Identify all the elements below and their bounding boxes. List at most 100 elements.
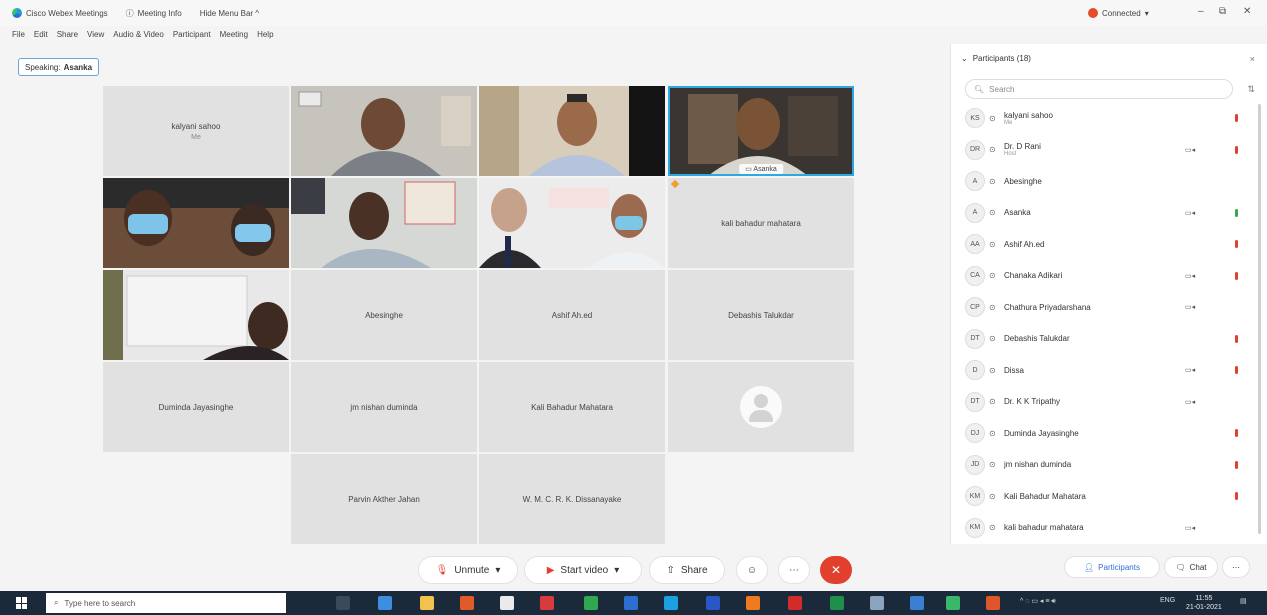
- file-explorer-icon[interactable]: [420, 596, 434, 610]
- video-tile-kali-bahadur-lower[interactable]: kali bahadur mahatara: [668, 178, 854, 268]
- menu-edit[interactable]: Edit: [34, 30, 48, 39]
- video-tile-abesinghe[interactable]: Abesinghe: [291, 270, 477, 360]
- app-icon[interactable]: [910, 596, 924, 610]
- store-icon[interactable]: [500, 596, 514, 610]
- video-tile-no-name[interactable]: [668, 362, 854, 452]
- camera-icon: ▭◂: [1185, 272, 1196, 280]
- participant-row[interactable]: JD ⊙ jm nishan duminda: [965, 451, 1255, 479]
- microphone-icon[interactable]: [1235, 492, 1238, 500]
- menu-meeting[interactable]: Meeting: [220, 30, 248, 39]
- meeting-info-label: Meeting Info: [137, 8, 182, 18]
- video-tile-jm-nishan[interactable]: jm nishan duminda: [291, 362, 477, 452]
- participant-search-input[interactable]: 🔍︎ Search: [965, 79, 1233, 99]
- app-icon[interactable]: [870, 596, 884, 610]
- participant-row[interactable]: CA ⊙ Chanaka Adikari ▭◂: [965, 262, 1255, 290]
- language-indicator[interactable]: ENG: [1160, 597, 1175, 604]
- menu-share[interactable]: Share: [57, 30, 78, 39]
- excel-icon[interactable]: [830, 596, 844, 610]
- participants-scrollbar[interactable]: [1258, 104, 1261, 534]
- participant-row[interactable]: CP ⊙ Chathura Priyadarshana ▭◂: [965, 293, 1255, 321]
- active-speaker-indicator[interactable]: Speaking: Asanka: [18, 58, 100, 76]
- video-tile-participant-camera[interactable]: [291, 86, 477, 176]
- microphone-icon[interactable]: [1235, 429, 1238, 437]
- video-tile-parvin[interactable]: Parvin Akther Jahan: [291, 454, 477, 544]
- menu-help[interactable]: Help: [257, 30, 273, 39]
- close-button[interactable]: ✕: [1243, 6, 1251, 17]
- video-tile-kalyani[interactable]: kalyani sahoo Me: [103, 86, 289, 176]
- panel-more-button[interactable]: ⋯: [1222, 556, 1250, 578]
- participant-row[interactable]: D ⊙ Dissa ▭◂: [965, 356, 1255, 384]
- participant-name: kalyani sahoo: [171, 121, 221, 131]
- acrobat-icon[interactable]: [788, 596, 802, 610]
- microphone-icon[interactable]: [1235, 240, 1238, 248]
- microphone-icon[interactable]: [1235, 366, 1238, 374]
- app-icon[interactable]: [624, 596, 638, 610]
- app-icon[interactable]: [986, 596, 1000, 610]
- video-tile-participant-camera[interactable]: [479, 178, 665, 268]
- share-button[interactable]: ⇧ Share: [649, 556, 725, 584]
- participant-row[interactable]: KM ⊙ Kali Bahadur Mahatara: [965, 482, 1255, 510]
- camera-icon: ▭◂: [1185, 367, 1196, 374]
- participant-row[interactable]: KM ⊙ kali bahadur mahatara ▭◂: [965, 514, 1255, 542]
- participant-row[interactable]: DT ⊙ Dr. K K Tripathy ▭◂: [965, 388, 1255, 416]
- sort-icon[interactable]: ⇅: [1247, 84, 1255, 95]
- taskbar-search-input[interactable]: ⌕ Type here to search: [46, 593, 286, 613]
- microphone-icon[interactable]: [1235, 460, 1238, 469]
- participant-row[interactable]: DT ⊙ Debashis Talukdar: [965, 325, 1255, 353]
- close-panel-icon[interactable]: ×: [1250, 54, 1255, 64]
- word-icon[interactable]: [706, 596, 720, 610]
- paint-icon[interactable]: [746, 596, 760, 610]
- participants-panel-header[interactable]: ⌄ Participants (18): [961, 54, 1031, 63]
- video-feed: [291, 86, 477, 176]
- video-tile-participant-camera[interactable]: [103, 270, 289, 360]
- video-tile-participant-camera[interactable]: [291, 178, 477, 268]
- more-options-button[interactable]: ⋯: [778, 556, 810, 584]
- chat-toggle-button[interactable]: 🗨︎ Chat: [1164, 556, 1218, 578]
- menu-file[interactable]: File: [12, 30, 25, 39]
- participant-row[interactable]: A ⊙ Asanka ▭◂: [965, 199, 1255, 227]
- notification-icon[interactable]: ▤: [1240, 597, 1247, 605]
- participants-toggle-button[interactable]: 👤︎ Participants: [1064, 556, 1160, 578]
- task-view-icon[interactable]: [336, 596, 350, 610]
- menu-audio-video[interactable]: Audio & Video: [113, 30, 164, 39]
- participant-row[interactable]: AA ⊙ Ashif Ah.ed: [965, 230, 1255, 258]
- webex-taskbar-icon[interactable]: [946, 596, 960, 610]
- participant-row[interactable]: A ⊙ Abesinghe: [965, 167, 1255, 195]
- office-icon[interactable]: [540, 596, 554, 610]
- speaking-label: Speaking:: [25, 62, 61, 72]
- participant-row[interactable]: DJ ⊙ Duminda Jayasinghe: [965, 419, 1255, 447]
- app-icon[interactable]: [460, 596, 474, 610]
- meeting-info-button[interactable]: ⓘ Meeting Info: [126, 8, 182, 19]
- microphone-icon[interactable]: [1235, 145, 1238, 154]
- edge-icon[interactable]: [378, 596, 392, 610]
- participant-row[interactable]: KS ⊙ kalyani sahoo Me: [965, 104, 1255, 132]
- video-tile-kali-bahadur-upper[interactable]: Kali Bahadur Mahatara: [479, 362, 665, 452]
- tray-icons[interactable]: ^ ◌ ▭ ◂ ≡ 🔊︎: [1020, 597, 1056, 606]
- unmute-button[interactable]: 🎙 Unmute ▾: [418, 556, 518, 584]
- connection-status[interactable]: Connected ▾: [1088, 8, 1149, 18]
- reactions-button[interactable]: ☺: [736, 556, 768, 584]
- minimize-button[interactable]: –: [1198, 6, 1204, 17]
- leave-meeting-button[interactable]: ✕: [820, 556, 852, 584]
- video-tile-ashif[interactable]: Ashif Ah.ed: [479, 270, 665, 360]
- video-tile-debashis[interactable]: Debashis Talukdar: [668, 270, 854, 360]
- chrome-icon[interactable]: [584, 596, 598, 610]
- menu-view[interactable]: View: [87, 30, 104, 39]
- windows-start-icon[interactable]: [16, 597, 28, 609]
- menu-participant[interactable]: Participant: [173, 30, 211, 39]
- video-tile-dissanayake[interactable]: W. M. C. R. K. Dissanayake: [479, 454, 665, 544]
- microphone-icon[interactable]: [1235, 114, 1238, 122]
- video-tile-participant-camera[interactable]: [103, 178, 289, 268]
- participant-row[interactable]: DR ⊙ Dr. D Rani Host ▭◂: [965, 136, 1255, 164]
- hide-menu-bar-button[interactable]: Hide Menu Bar ^: [200, 9, 259, 18]
- start-video-button[interactable]: ▶ Start video ▾: [524, 556, 642, 584]
- app-icon[interactable]: [664, 596, 678, 610]
- video-tile-participant-camera[interactable]: [479, 86, 665, 176]
- video-tile-duminda[interactable]: Duminda Jayasinghe: [103, 362, 289, 452]
- microphone-icon[interactable]: [1235, 208, 1238, 217]
- microphone-icon[interactable]: [1235, 271, 1238, 280]
- video-tile-asanka[interactable]: ▭ Asanka: [668, 86, 854, 176]
- maximize-button[interactable]: ⧉: [1219, 6, 1226, 17]
- microphone-icon[interactable]: [1235, 334, 1238, 343]
- taskbar-clock[interactable]: 11:55 21-01-2021: [1186, 594, 1222, 612]
